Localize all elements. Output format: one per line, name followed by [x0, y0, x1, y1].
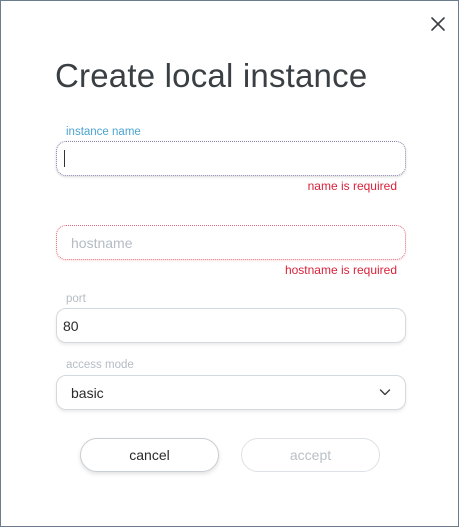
create-instance-dialog: Create local instance instance name name…	[0, 0, 459, 527]
text-caret	[64, 150, 65, 167]
dialog-title: Create local instance	[55, 57, 368, 94]
access-mode-value: basic	[71, 385, 104, 401]
access-mode-select[interactable]: basic	[56, 375, 406, 410]
cancel-button[interactable]: cancel	[80, 438, 219, 472]
hostname-input[interactable]	[56, 225, 406, 260]
instance-name-error: name is required	[307, 179, 397, 193]
access-mode-label: access mode	[66, 359, 134, 371]
instance-name-label: instance name	[66, 126, 141, 138]
chevron-down-icon	[379, 389, 391, 396]
instance-name-input[interactable]	[56, 141, 406, 176]
port-label: port	[66, 293, 86, 305]
port-input[interactable]	[56, 308, 406, 343]
close-button[interactable]	[429, 15, 447, 33]
accept-button[interactable]: accept	[241, 438, 380, 472]
hostname-error: hostname is required	[284, 263, 397, 277]
close-icon	[431, 17, 445, 31]
